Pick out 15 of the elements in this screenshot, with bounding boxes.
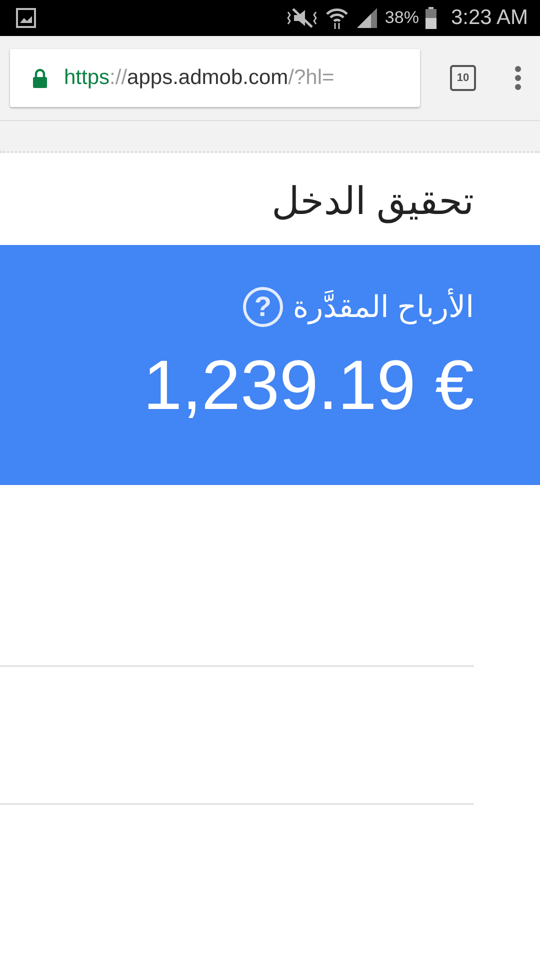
earnings-label: الأرباح المقدَّرة xyxy=(292,290,474,324)
page-title: تحقيق الدخل xyxy=(270,180,475,226)
clock: 3:23 AM xyxy=(450,6,528,30)
battery-icon xyxy=(424,6,437,30)
wifi-icon xyxy=(324,6,349,30)
signal-icon xyxy=(354,6,379,30)
battery-percent: 38% xyxy=(384,8,419,28)
lock-icon xyxy=(32,68,48,88)
earnings-value: 1,239.19 € xyxy=(142,345,474,425)
address-bar[interactable]: https://apps.admob.com/?hl= xyxy=(10,49,420,107)
picture-notification-icon xyxy=(16,8,36,28)
menu-icon[interactable] xyxy=(514,65,522,91)
url-text: https://apps.admob.com/?hl= xyxy=(64,66,334,90)
vibrate-mute-icon xyxy=(284,6,319,30)
tab-count-button[interactable]: 10 xyxy=(450,65,476,91)
